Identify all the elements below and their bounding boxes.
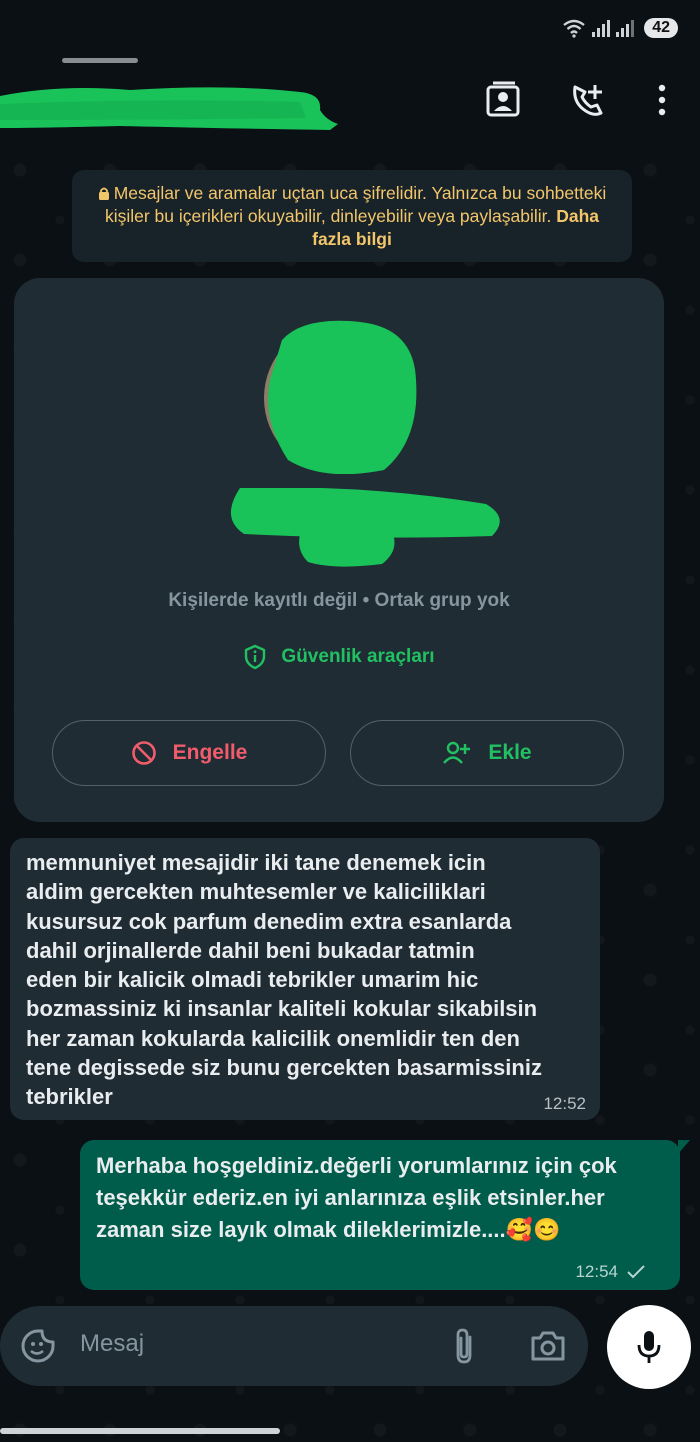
avatar[interactable] bbox=[264, 320, 418, 474]
add-person-icon bbox=[443, 741, 471, 764]
add-contact-button[interactable]: Ekle bbox=[350, 720, 624, 786]
status-icons: 42 bbox=[562, 18, 678, 38]
outgoing-message-bubble[interactable]: Merhaba hoşgeldiniz.değerli yorumlarınız… bbox=[80, 1140, 690, 1290]
lock-icon bbox=[98, 187, 109, 200]
message-text: memnuniyet mesajidir iki tane denemek ic… bbox=[26, 850, 542, 1110]
voice-message-button[interactable] bbox=[607, 1305, 691, 1389]
contact-status-subtitle: Kişilerde kayıtlı değil • Ortak grup yok bbox=[168, 590, 510, 611]
battery-indicator: 42 bbox=[644, 18, 678, 38]
wifi-icon bbox=[563, 19, 585, 38]
message-input[interactable]: Mesaj bbox=[80, 1330, 144, 1358]
redacted-contact-name[interactable] bbox=[0, 74, 338, 132]
message-text: Merhaba hoşgeldiniz.değerli yorumlarınız… bbox=[96, 1153, 617, 1242]
add-button-label: Ekle bbox=[488, 741, 532, 764]
signal-icon-sim2 bbox=[616, 19, 635, 37]
security-tools-label: Güvenlik araçları bbox=[281, 646, 435, 667]
emoji-sticker-icon[interactable] bbox=[18, 1326, 58, 1366]
drag-handle bbox=[62, 58, 138, 63]
security-tools-link[interactable]: Güvenlik araçları bbox=[14, 644, 664, 670]
message-input-bar: Mesaj bbox=[0, 1306, 588, 1386]
incoming-message-bubble[interactable]: memnuniyet mesajidir iki tane denemek ic… bbox=[10, 838, 600, 1120]
camera-icon[interactable] bbox=[528, 1326, 568, 1366]
attach-icon[interactable] bbox=[444, 1326, 484, 1366]
single-check-icon bbox=[627, 1265, 645, 1279]
message-time: 12:54 bbox=[575, 1262, 618, 1281]
encryption-notice-text: Mesajlar ve aramalar uçtan uca şifrelidi… bbox=[104, 183, 607, 226]
message-time: 12:52 bbox=[543, 1094, 586, 1113]
add-call-icon[interactable] bbox=[568, 80, 608, 120]
redacted-phone-number bbox=[231, 488, 500, 567]
status-bar: 42 bbox=[0, 0, 700, 52]
encryption-notice[interactable]: Mesajlar ve aramalar uçtan uca şifrelidi… bbox=[72, 170, 632, 262]
more-vert-icon[interactable] bbox=[642, 80, 682, 120]
message-meta: 12:54 bbox=[575, 1262, 646, 1282]
signal-icon-sim1 bbox=[592, 19, 611, 37]
navigation-gesture-bar bbox=[0, 1428, 280, 1434]
block-button[interactable]: Engelle bbox=[52, 720, 326, 786]
shield-info-icon bbox=[245, 644, 266, 670]
block-button-label: Engelle bbox=[172, 741, 248, 764]
microphone-icon bbox=[637, 1331, 661, 1363]
contact-card-icon[interactable] bbox=[484, 80, 524, 120]
block-icon bbox=[131, 741, 156, 765]
contact-info-card: Kişilerde kayıtlı değil • Ortak grup yok… bbox=[14, 278, 664, 822]
